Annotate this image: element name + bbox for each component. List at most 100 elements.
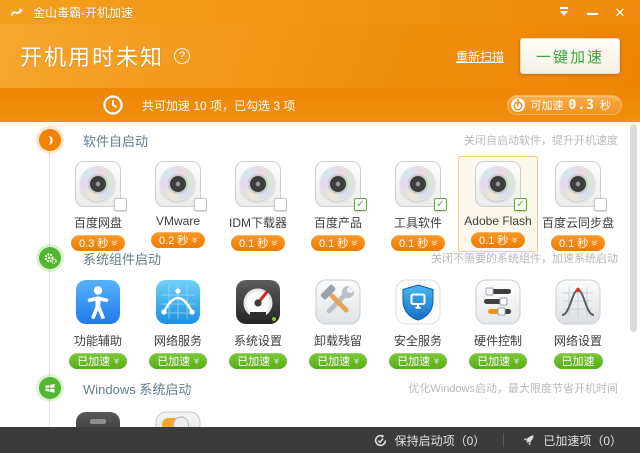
- startup-item[interactable]: [58, 404, 138, 427]
- startup-item[interactable]: IDM下载器0.1 秒»: [218, 156, 298, 252]
- badge-unit: 秒: [600, 97, 611, 113]
- one-click-boost-button[interactable]: 一键加速: [520, 38, 620, 74]
- section-header: 系统组件启动 关闭不需要的系统组件，加速系统启动: [0, 242, 640, 274]
- scrollbar[interactable]: [630, 124, 637, 332]
- item-badge[interactable]: 已加速»: [469, 353, 527, 369]
- item-label: 百度云同步盘: [542, 214, 614, 231]
- keep-startup-button[interactable]: 保持启动项（0）: [355, 427, 504, 453]
- badge-text: 已加速: [77, 353, 110, 369]
- keep-circular-arrow-icon: [373, 433, 388, 448]
- close-button[interactable]: ✕: [606, 2, 634, 22]
- item-checkbox-unchecked[interactable]: [114, 198, 127, 211]
- main-menu-button[interactable]: [550, 2, 578, 22]
- chevron-down-icon: »: [351, 358, 361, 364]
- item-checkbox-checked[interactable]: ✓: [434, 198, 447, 211]
- startup-item[interactable]: [138, 404, 218, 427]
- chevron-down-icon: »: [191, 358, 201, 364]
- footer-bar: 保持启动项（0） 已加速项（0）: [0, 427, 640, 453]
- item-badge[interactable]: 已加速»: [69, 353, 127, 369]
- section-title: 系统组件启动: [83, 249, 161, 268]
- keep-label: 保持启动项（0）: [395, 432, 486, 449]
- section-title: 软件自启动: [83, 131, 148, 150]
- help-icon[interactable]: ?: [174, 48, 190, 64]
- item-row: 百度网盘0.3 秒»VMware0.2 秒»IDM下载器0.1 秒»✓百度产品0…: [0, 156, 640, 240]
- menu-arrow-icon: [560, 11, 568, 20]
- app-logo-icon: [10, 5, 26, 19]
- section-title: Windows 系统启动: [83, 379, 191, 398]
- chevron-down-icon: »: [511, 358, 521, 364]
- shield-icon: [395, 279, 441, 325]
- startup-item[interactable]: ✓Adobe Flash0.1 秒»: [458, 156, 538, 252]
- item-icon-wrap: [154, 410, 202, 427]
- badge-text: 已加速: [397, 353, 430, 369]
- item-badge[interactable]: 已加速»: [229, 353, 287, 369]
- startup-item[interactable]: VMware0.2 秒»: [138, 156, 218, 252]
- item-label: 网络服务: [154, 332, 202, 349]
- item-icon-wrap: [74, 410, 122, 427]
- accelerated-items-button[interactable]: 已加速项（0）: [504, 427, 640, 453]
- item-icon-wrap: [74, 160, 122, 208]
- app-window: 金山毒霸-开机加速 ✕ 开机用时未知 ? 重新扫描 一键加速 共可加速 10 项…: [0, 0, 640, 453]
- startup-item[interactable]: 功能辅助已加速»: [58, 274, 138, 370]
- boost-time-badge: 可加速 0.3 秒: [507, 95, 622, 115]
- windows-icon: [39, 377, 61, 399]
- item-badge[interactable]: 已加速»: [389, 353, 447, 369]
- item-checkbox-unchecked[interactable]: [594, 198, 607, 211]
- startup-item[interactable]: ✓工具软件0.1 秒»: [378, 156, 458, 252]
- startup-item[interactable]: 系统设置已加速»: [218, 274, 298, 370]
- item-checkbox-unchecked[interactable]: [194, 198, 207, 211]
- startup-item[interactable]: 网络设置已加速: [538, 274, 618, 370]
- section-description: 关闭不需要的系统组件，加速系统启动: [431, 250, 618, 266]
- titlebar[interactable]: 金山毒霸-开机加速 ✕: [0, 0, 640, 24]
- item-label: 系统设置: [234, 332, 282, 349]
- rocket-icon: [522, 433, 536, 447]
- dark-app-icon: [75, 411, 121, 427]
- badge-text: 已加速: [477, 353, 510, 369]
- startup-item[interactable]: 百度网盘0.3 秒»: [58, 156, 138, 252]
- status-summary: 共可加速 10 项，已勾选 3 项: [142, 97, 295, 114]
- clock-icon: [102, 94, 124, 116]
- item-checkbox-checked[interactable]: ✓: [354, 198, 367, 211]
- section-header: 软件自启动关闭自启动软件，提升开机速度: [0, 124, 640, 156]
- item-icon-wrap: [394, 278, 442, 326]
- item-label: 工具软件: [394, 214, 442, 231]
- startup-item[interactable]: 卸载残留已加速»: [298, 274, 378, 370]
- badge-text: 已加速: [562, 353, 595, 369]
- status-bar: 共可加速 10 项，已勾选 3 项 可加速 0.3 秒: [0, 88, 640, 122]
- badge-text: 已加速: [157, 353, 190, 369]
- item-icon-wrap: [554, 160, 602, 208]
- section-software-autostart: 软件自启动关闭自启动软件，提升开机速度百度网盘0.3 秒»VMware0.2 秒…: [0, 124, 640, 240]
- window-title: 金山毒霸-开机加速: [33, 4, 133, 21]
- item-label: 功能辅助: [74, 332, 122, 349]
- page-title: 开机用时未知: [20, 40, 164, 72]
- accessibility-icon: [75, 279, 121, 325]
- item-label: 硬件控制: [474, 332, 522, 349]
- item-icon-wrap: [74, 278, 122, 326]
- gauge-icon: [235, 279, 281, 325]
- startup-item[interactable]: 网络服务已加速»: [138, 274, 218, 370]
- badge-text: 已加速: [317, 353, 350, 369]
- startup-item[interactable]: 硬件控制已加速»: [458, 274, 538, 370]
- item-checkbox-unchecked[interactable]: [274, 198, 287, 211]
- stopwatch-icon: [510, 97, 526, 113]
- startup-item[interactable]: 百度云同步盘0.1 秒»: [538, 156, 618, 252]
- boosted-label: 已加速项（0）: [543, 432, 622, 449]
- minimize-button[interactable]: [578, 2, 606, 22]
- startup-item[interactable]: ✓百度产品0.1 秒»: [298, 156, 378, 252]
- toggle-app-icon: [155, 411, 201, 427]
- item-label: Adobe Flash: [464, 214, 531, 228]
- badge-value: 0.3: [569, 98, 595, 113]
- item-checkbox-checked[interactable]: ✓: [514, 198, 527, 211]
- item-icon-wrap: ✓: [394, 160, 442, 208]
- rescan-link[interactable]: 重新扫描: [456, 48, 504, 65]
- item-label: IDM下载器: [229, 214, 287, 231]
- item-badge[interactable]: 已加速»: [309, 353, 367, 369]
- item-badge[interactable]: 已加速: [554, 353, 603, 369]
- item-label: VMware: [156, 214, 200, 228]
- startup-item[interactable]: 安全服务已加速»: [378, 274, 458, 370]
- header: 开机用时未知 ? 重新扫描 一键加速: [0, 24, 640, 88]
- item-badge[interactable]: 已加速»: [149, 353, 207, 369]
- item-icon-wrap: [154, 278, 202, 326]
- chevron-down-icon: »: [111, 358, 121, 364]
- content-area: 软件自启动关闭自启动软件，提升开机速度百度网盘0.3 秒»VMware0.2 秒…: [0, 122, 640, 427]
